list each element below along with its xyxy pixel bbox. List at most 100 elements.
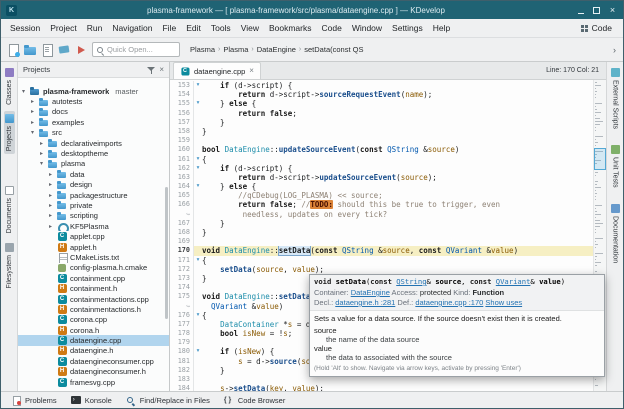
fold-marker[interactable]: ▾ bbox=[194, 256, 202, 265]
fold-marker[interactable]: ▾ bbox=[194, 155, 202, 164]
code-line[interactable]: 164▾ } else { bbox=[170, 182, 593, 191]
tooltip-link-dataengine-cpp-170[interactable]: dataengine.cpp :170 bbox=[415, 298, 483, 307]
menu-tools[interactable]: Tools bbox=[206, 21, 236, 35]
tree-item-examples[interactable]: ▸examples bbox=[18, 117, 169, 127]
minimize-button[interactable] bbox=[575, 5, 586, 16]
tree-item-dataengineconsumer-h[interactable]: dataengineconsumer.h bbox=[18, 367, 169, 377]
open-project-icon[interactable] bbox=[23, 43, 37, 57]
tree-item-kf5plasma[interactable]: ▸KF5Plasma bbox=[18, 221, 169, 231]
code-line[interactable]: 161▾{ bbox=[170, 155, 593, 164]
fold-marker[interactable]: ▾ bbox=[194, 164, 202, 173]
tree-item-framesvg-cpp[interactable]: framesvg.cpp bbox=[18, 377, 169, 387]
dock-tab-projects[interactable]: Projects bbox=[4, 111, 15, 154]
breadcrumb-item-setdata-const-qs[interactable]: setData(const QS bbox=[304, 45, 363, 54]
dock-tab-documentation[interactable]: Documentation bbox=[610, 201, 621, 266]
tooltip-link-dataengine-h-281[interactable]: dataengine.h :281 bbox=[335, 298, 395, 307]
tab-close-icon[interactable]: × bbox=[249, 67, 254, 75]
tree-item-desktoptheme[interactable]: ▸desktoptheme bbox=[18, 148, 169, 158]
toolview-button-problems[interactable]: Problems bbox=[5, 395, 63, 406]
menu-settings[interactable]: Settings bbox=[387, 21, 428, 35]
menu-navigation[interactable]: Navigation bbox=[107, 21, 157, 35]
menu-project[interactable]: Project bbox=[45, 21, 81, 35]
code-line[interactable]: 159 bbox=[170, 136, 593, 145]
tree-item-corona-cpp[interactable]: corona.cpp bbox=[18, 315, 169, 325]
expander-icon[interactable]: ▸ bbox=[47, 181, 54, 188]
toolview-button-find-replace-in-files[interactable]: Find/Replace in Files bbox=[120, 395, 216, 406]
chevron-right-icon[interactable]: › bbox=[611, 45, 618, 55]
expander-icon[interactable]: ▾ bbox=[38, 160, 45, 167]
expander-icon[interactable]: ▸ bbox=[47, 212, 54, 219]
tree-item-docs[interactable]: ▸docs bbox=[18, 107, 169, 117]
minimap-view-indicator[interactable] bbox=[594, 148, 606, 170]
tooltip-link-qvariant[interactable]: QVariant bbox=[496, 277, 531, 286]
breadcrumb-item-plasma[interactable]: Plasma bbox=[190, 45, 215, 54]
breadcrumb-item-dataengine[interactable]: DataEngine bbox=[257, 45, 296, 54]
code-line[interactable]: 153▾ if (d->script) { bbox=[170, 81, 593, 90]
code-line[interactable]: 155▾ } else { bbox=[170, 99, 593, 108]
expander-icon[interactable]: ▸ bbox=[47, 223, 54, 230]
tree-item-corona-h[interactable]: corona.h bbox=[18, 325, 169, 335]
fold-marker[interactable]: ▾ bbox=[194, 182, 202, 191]
tree-item-containmentactions-h[interactable]: containmentactions.h bbox=[18, 304, 169, 314]
code-line[interactable]: 163 return d->script->updateSourceEvent(… bbox=[170, 173, 593, 182]
tree-item-config-plasma-h-cmake[interactable]: config-plasma.h.cmake bbox=[18, 263, 169, 273]
menu-view[interactable]: View bbox=[236, 21, 264, 35]
dock-tab-external-scripts[interactable]: External Scripts bbox=[610, 65, 621, 132]
launch-icon[interactable] bbox=[74, 43, 88, 57]
code-line[interactable]: 167 } bbox=[170, 219, 593, 228]
code-line[interactable]: 170void DataEngine::setData(const QStrin… bbox=[170, 246, 593, 255]
breadcrumb-item-plasma[interactable]: Plasma bbox=[223, 45, 248, 54]
menu-run[interactable]: Run bbox=[82, 21, 108, 35]
menu-code[interactable]: Code bbox=[316, 21, 346, 35]
toolview-button-konsole[interactable]: Konsole bbox=[65, 395, 118, 406]
code-line[interactable]: ↪ needless, updates on every tick? bbox=[170, 210, 593, 219]
tree-item-applet-cpp[interactable]: applet.cpp bbox=[18, 231, 169, 241]
expander-icon[interactable]: ▸ bbox=[29, 98, 36, 105]
tree-item-private[interactable]: ▸private bbox=[18, 200, 169, 210]
tree-item-plasma-framework[interactable]: ▾plasma-frameworkmaster bbox=[18, 86, 169, 96]
menu-window[interactable]: Window bbox=[347, 21, 387, 35]
tree-item-containmentactions-cpp[interactable]: containmentactions.cpp bbox=[18, 294, 169, 304]
code-line[interactable]: 166 return false; //TODO: should this be… bbox=[170, 200, 593, 209]
document-icon[interactable] bbox=[40, 43, 54, 57]
code-line[interactable]: 157 } bbox=[170, 118, 593, 127]
expander-icon[interactable]: ▸ bbox=[38, 150, 45, 157]
tree-item-dataengineconsumer-cpp[interactable]: dataengineconsumer.cpp bbox=[18, 356, 169, 366]
maximize-button[interactable] bbox=[591, 5, 602, 16]
tooltip-link-show-uses[interactable]: Show uses bbox=[485, 298, 522, 307]
code-line[interactable]: 168} bbox=[170, 228, 593, 237]
titlebar[interactable]: K plasma-framework — [ plasma-framework/… bbox=[1, 1, 623, 19]
menu-help[interactable]: Help bbox=[428, 21, 455, 35]
dock-tab-filesystem[interactable]: Filesystem bbox=[4, 240, 15, 291]
menu-file[interactable]: File bbox=[157, 21, 181, 35]
tag-icon[interactable] bbox=[57, 43, 71, 57]
close-button[interactable]: × bbox=[607, 5, 618, 16]
filter-icon[interactable] bbox=[147, 66, 155, 74]
tree-item-design[interactable]: ▸design bbox=[18, 180, 169, 190]
fold-marker[interactable]: ▾ bbox=[194, 99, 202, 108]
tooltip-link-qstring[interactable]: QString bbox=[396, 277, 426, 286]
tree-item-dataengine-h[interactable]: dataengine.h bbox=[18, 346, 169, 356]
tree-scrollbar[interactable] bbox=[165, 187, 168, 319]
tree-item-src[interactable]: ▾src bbox=[18, 128, 169, 138]
tree-item-cmakelists-txt[interactable]: CMakeLists.txt bbox=[18, 252, 169, 262]
editor-tab-dataengine[interactable]: dataengine.cpp × bbox=[173, 62, 261, 79]
menu-bookmarks[interactable]: Bookmarks bbox=[264, 21, 317, 35]
area-switcher-button[interactable]: Code bbox=[574, 21, 619, 35]
dock-tab-classes[interactable]: Classes bbox=[4, 65, 15, 108]
tree-item-applet-h[interactable]: applet.h bbox=[18, 242, 169, 252]
code-line[interactable]: 156 return false; bbox=[170, 109, 593, 118]
expander-icon[interactable]: ▸ bbox=[29, 108, 36, 115]
code-line[interactable]: 165 //qCDebug(LOG_PLASMA) << source; bbox=[170, 191, 593, 200]
code-line[interactable]: 172 setData(source, value); bbox=[170, 265, 593, 274]
expander-icon[interactable]: ▾ bbox=[20, 88, 27, 95]
expander-icon[interactable]: ▸ bbox=[47, 192, 54, 199]
menu-session[interactable]: Session bbox=[5, 21, 45, 35]
tree-item-autotests[interactable]: ▸autotests bbox=[18, 96, 169, 106]
fold-marker[interactable]: ▾ bbox=[194, 311, 202, 320]
quick-open-input[interactable]: Quick Open... bbox=[92, 42, 180, 57]
code-line[interactable]: 160bool DataEngine::updateSourceEvent(co… bbox=[170, 145, 593, 154]
code-line[interactable]: 169 bbox=[170, 237, 593, 246]
tree-item-containment-h[interactable]: containment.h bbox=[18, 283, 169, 293]
new-file-icon[interactable] bbox=[6, 43, 20, 57]
